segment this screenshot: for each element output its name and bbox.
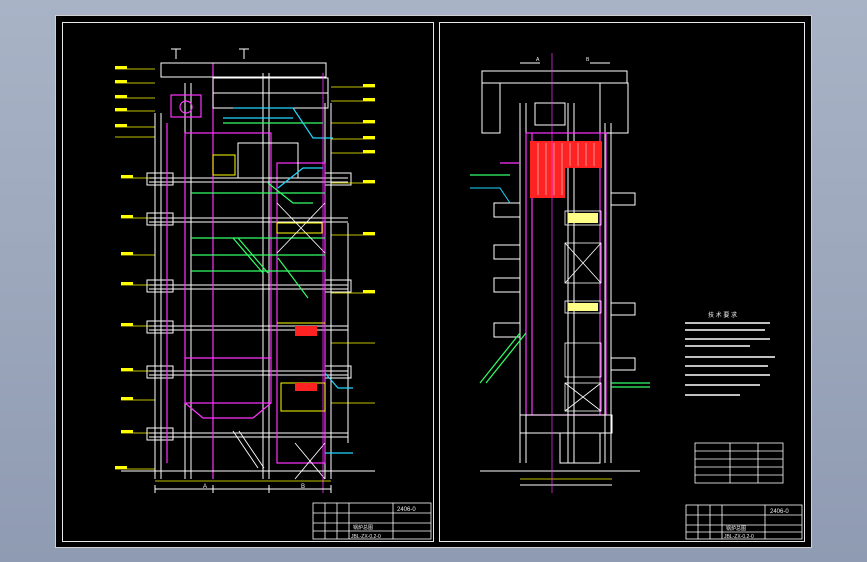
front-elevation-panel: A B 2406-0 锅炉总图 JBL-ZX-0.2-0 <box>62 22 434 542</box>
air-preheater <box>568 213 598 311</box>
section-label-a: A <box>203 484 207 490</box>
heater-block-lower <box>295 383 317 391</box>
title-block-left <box>312 502 432 540</box>
elevation-marks-right <box>331 86 375 404</box>
ground-line <box>121 470 375 493</box>
top-marker-b: B <box>586 57 590 63</box>
base-structure <box>480 414 640 486</box>
side-elevation-drawing: A B <box>470 53 803 540</box>
technical-notes-lines <box>685 322 775 396</box>
section-marker-top <box>171 48 249 59</box>
roof-structure <box>481 70 629 134</box>
front-elevation-drawing: A B <box>115 48 432 540</box>
platform-blocks <box>146 172 352 441</box>
top-structure <box>160 62 329 179</box>
heater-block <box>295 326 317 336</box>
drawing-sheet: A B 2406-0 锅炉总图 JBL-ZX-0.2-0 A B 技 术 要 求… <box>55 15 812 548</box>
elevation-marks-left <box>115 68 155 470</box>
elevation-labels-left <box>115 66 133 469</box>
elevation-labels-right <box>363 84 375 293</box>
bracing <box>232 202 326 480</box>
pipe-lines <box>470 174 650 388</box>
superheater-zone <box>530 141 602 198</box>
side-elevation-panel: A B 技 术 要 求 2406-0 锅炉总图 JBL-ZX-0.2-0 <box>439 22 805 542</box>
floor-beams <box>149 177 348 438</box>
parameter-table <box>694 442 784 484</box>
side-platforms <box>493 192 636 371</box>
section-label-b: B <box>301 484 305 490</box>
top-marker-a: A <box>536 57 540 63</box>
stair-platforms <box>191 122 325 299</box>
title-block-right <box>685 504 803 540</box>
